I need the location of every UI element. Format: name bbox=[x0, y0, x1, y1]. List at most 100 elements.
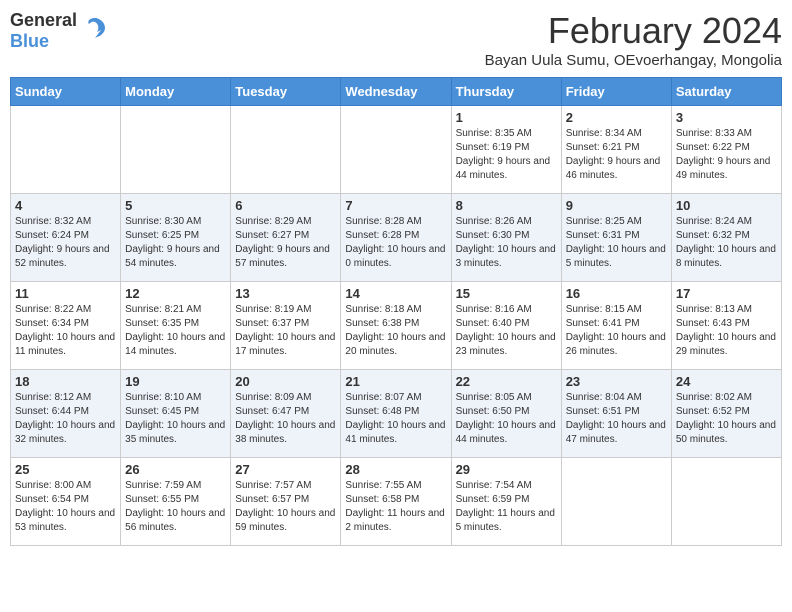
day-info: Sunrise: 8:26 AM Sunset: 6:30 PM Dayligh… bbox=[456, 215, 557, 271]
day-number: 27 bbox=[235, 462, 336, 477]
day-number: 17 bbox=[676, 286, 777, 301]
day-info: Sunrise: 8:22 AM Sunset: 6:34 PM Dayligh… bbox=[15, 303, 116, 359]
day-number: 3 bbox=[676, 110, 777, 125]
day-info: Sunrise: 8:12 AM Sunset: 6:44 PM Dayligh… bbox=[15, 391, 116, 447]
day-number: 1 bbox=[456, 110, 557, 125]
day-number: 19 bbox=[125, 374, 226, 389]
day-info: Sunrise: 8:30 AM Sunset: 6:25 PM Dayligh… bbox=[125, 215, 226, 271]
title-section: February 2024 Bayan Uula Sumu, OEvoerhan… bbox=[485, 10, 782, 69]
table-row: 16 Sunrise: 8:15 AM Sunset: 6:41 PM Dayli… bbox=[561, 282, 671, 370]
table-row: 4Sunrise: 8:32 AM Sunset: 6:24 PM Daylig… bbox=[11, 194, 121, 282]
calendar-row-5: 25Sunrise: 8:00 AM Sunset: 6:54 PM Dayli… bbox=[11, 458, 782, 546]
day-number: 2 bbox=[566, 110, 667, 125]
day-number: 16 bbox=[566, 286, 667, 301]
logo: General Blue bbox=[10, 10, 109, 52]
table-row: 11 Sunrise: 8:22 AM Sunset: 6:34 PM Dayli… bbox=[11, 282, 121, 370]
day-info: Sunrise: 8:02 AM Sunset: 6:52 PM Dayligh… bbox=[676, 391, 777, 447]
header-tuesday: Tuesday bbox=[231, 78, 341, 106]
day-number: 22 bbox=[456, 374, 557, 389]
day-info: Sunrise: 8:35 AM Sunset: 6:19 PM Dayligh… bbox=[456, 127, 557, 183]
table-row bbox=[341, 106, 451, 194]
day-number: 24 bbox=[676, 374, 777, 389]
day-info: Sunrise: 8:24 AM Sunset: 6:32 PM Dayligh… bbox=[676, 215, 777, 271]
logo-general: General bbox=[10, 10, 77, 30]
day-info: Sunrise: 7:57 AM Sunset: 6:57 PM Dayligh… bbox=[235, 479, 336, 535]
header-saturday: Saturday bbox=[671, 78, 781, 106]
day-info: Sunrise: 8:07 AM Sunset: 6:48 PM Dayligh… bbox=[345, 391, 446, 447]
calendar-row-4: 18Sunrise: 8:12 AM Sunset: 6:44 PM Dayli… bbox=[11, 370, 782, 458]
logo-blue: Blue bbox=[10, 31, 49, 51]
day-info: Sunrise: 8:05 AM Sunset: 6:50 PM Dayligh… bbox=[456, 391, 557, 447]
day-number: 6 bbox=[235, 198, 336, 213]
calendar-row-2: 4Sunrise: 8:32 AM Sunset: 6:24 PM Daylig… bbox=[11, 194, 782, 282]
logo-text: General Blue bbox=[10, 10, 77, 52]
day-info: Sunrise: 8:15 AM Sunset: 6:41 PM Dayligh… bbox=[566, 303, 667, 359]
table-row: 14 Sunrise: 8:18 AM Sunset: 6:38 PM Dayli… bbox=[341, 282, 451, 370]
table-row: 24 Sunrise: 8:02 AM Sunset: 6:52 PM Dayli… bbox=[671, 370, 781, 458]
table-row: 21Sunrise: 8:07 AM Sunset: 6:48 PM Dayli… bbox=[341, 370, 451, 458]
table-row: 13 Sunrise: 8:19 AM Sunset: 6:37 PM Dayli… bbox=[231, 282, 341, 370]
day-info: Sunrise: 8:28 AM Sunset: 6:28 PM Dayligh… bbox=[345, 215, 446, 271]
calendar-row-3: 11 Sunrise: 8:22 AM Sunset: 6:34 PM Dayli… bbox=[11, 282, 782, 370]
table-row bbox=[121, 106, 231, 194]
table-row bbox=[561, 458, 671, 546]
day-info: Sunrise: 8:29 AM Sunset: 6:27 PM Dayligh… bbox=[235, 215, 336, 271]
day-info: Sunrise: 8:21 AM Sunset: 6:35 PM Dayligh… bbox=[125, 303, 226, 359]
day-info: Sunrise: 8:34 AM Sunset: 6:21 PM Dayligh… bbox=[566, 127, 667, 183]
day-number: 10 bbox=[676, 198, 777, 213]
day-number: 29 bbox=[456, 462, 557, 477]
table-row: 26Sunrise: 7:59 AM Sunset: 6:55 PM Dayli… bbox=[121, 458, 231, 546]
day-number: 9 bbox=[566, 198, 667, 213]
table-row: 17 Sunrise: 8:13 AM Sunset: 6:43 PM Dayli… bbox=[671, 282, 781, 370]
header-monday: Monday bbox=[121, 78, 231, 106]
day-number: 8 bbox=[456, 198, 557, 213]
table-row: 29 Sunrise: 7:54 AM Sunset: 6:59 PM Dayli… bbox=[451, 458, 561, 546]
calendar: Sunday Monday Tuesday Wednesday Thursday… bbox=[10, 77, 782, 546]
location-subtitle: Bayan Uula Sumu, OEvoerhangay, Mongolia bbox=[485, 52, 782, 69]
table-row: 8 Sunrise: 8:26 AM Sunset: 6:30 PM Daylig… bbox=[451, 194, 561, 282]
table-row: 22 Sunrise: 8:05 AM Sunset: 6:50 PM Dayli… bbox=[451, 370, 561, 458]
day-number: 14 bbox=[345, 286, 446, 301]
day-number: 11 bbox=[15, 286, 116, 301]
header-thursday: Thursday bbox=[451, 78, 561, 106]
day-number: 15 bbox=[456, 286, 557, 301]
table-row: 3 Sunrise: 8:33 AM Sunset: 6:22 PM Daylig… bbox=[671, 106, 781, 194]
month-title: February 2024 bbox=[485, 10, 782, 52]
day-info: Sunrise: 8:13 AM Sunset: 6:43 PM Dayligh… bbox=[676, 303, 777, 359]
table-row: 15 Sunrise: 8:16 AM Sunset: 6:40 PM Dayli… bbox=[451, 282, 561, 370]
day-info: Sunrise: 8:04 AM Sunset: 6:51 PM Dayligh… bbox=[566, 391, 667, 447]
table-row: 23Sunrise: 8:04 AM Sunset: 6:51 PM Dayli… bbox=[561, 370, 671, 458]
weekday-header-row: Sunday Monday Tuesday Wednesday Thursday… bbox=[11, 78, 782, 106]
day-info: Sunrise: 8:19 AM Sunset: 6:37 PM Dayligh… bbox=[235, 303, 336, 359]
day-number: 5 bbox=[125, 198, 226, 213]
table-row: 20Sunrise: 8:09 AM Sunset: 6:47 PM Dayli… bbox=[231, 370, 341, 458]
day-info: Sunrise: 8:10 AM Sunset: 6:45 PM Dayligh… bbox=[125, 391, 226, 447]
day-info: Sunrise: 8:33 AM Sunset: 6:22 PM Dayligh… bbox=[676, 127, 777, 183]
header-wednesday: Wednesday bbox=[341, 78, 451, 106]
table-row: 19 Sunrise: 8:10 AM Sunset: 6:45 PM Dayli… bbox=[121, 370, 231, 458]
table-row: 10 Sunrise: 8:24 AM Sunset: 6:32 PM Dayli… bbox=[671, 194, 781, 282]
day-info: Sunrise: 8:25 AM Sunset: 6:31 PM Dayligh… bbox=[566, 215, 667, 271]
calendar-row-1: 1 Sunrise: 8:35 AM Sunset: 6:19 PM Daylig… bbox=[11, 106, 782, 194]
table-row: 7 Sunrise: 8:28 AM Sunset: 6:28 PM Daylig… bbox=[341, 194, 451, 282]
table-row bbox=[231, 106, 341, 194]
day-number: 26 bbox=[125, 462, 226, 477]
day-number: 12 bbox=[125, 286, 226, 301]
table-row: 6 Sunrise: 8:29 AM Sunset: 6:27 PM Daylig… bbox=[231, 194, 341, 282]
table-row: 28Sunrise: 7:55 AM Sunset: 6:58 PM Dayli… bbox=[341, 458, 451, 546]
day-number: 4 bbox=[15, 198, 116, 213]
day-info: Sunrise: 7:54 AM Sunset: 6:59 PM Dayligh… bbox=[456, 479, 557, 535]
table-row: 1 Sunrise: 8:35 AM Sunset: 6:19 PM Daylig… bbox=[451, 106, 561, 194]
header-sunday: Sunday bbox=[11, 78, 121, 106]
day-info: Sunrise: 8:18 AM Sunset: 6:38 PM Dayligh… bbox=[345, 303, 446, 359]
day-number: 7 bbox=[345, 198, 446, 213]
table-row: 5 Sunrise: 8:30 AM Sunset: 6:25 PM Daylig… bbox=[121, 194, 231, 282]
table-row: 2 Sunrise: 8:34 AM Sunset: 6:21 PM Daylig… bbox=[561, 106, 671, 194]
table-row: 27 Sunrise: 7:57 AM Sunset: 6:57 PM Dayli… bbox=[231, 458, 341, 546]
table-row bbox=[11, 106, 121, 194]
day-info: Sunrise: 8:16 AM Sunset: 6:40 PM Dayligh… bbox=[456, 303, 557, 359]
table-row: 25Sunrise: 8:00 AM Sunset: 6:54 PM Dayli… bbox=[11, 458, 121, 546]
day-number: 13 bbox=[235, 286, 336, 301]
header: General Blue February 2024 Bayan Uula Su… bbox=[10, 10, 782, 69]
day-info: Sunrise: 8:09 AM Sunset: 6:47 PM Dayligh… bbox=[235, 391, 336, 447]
